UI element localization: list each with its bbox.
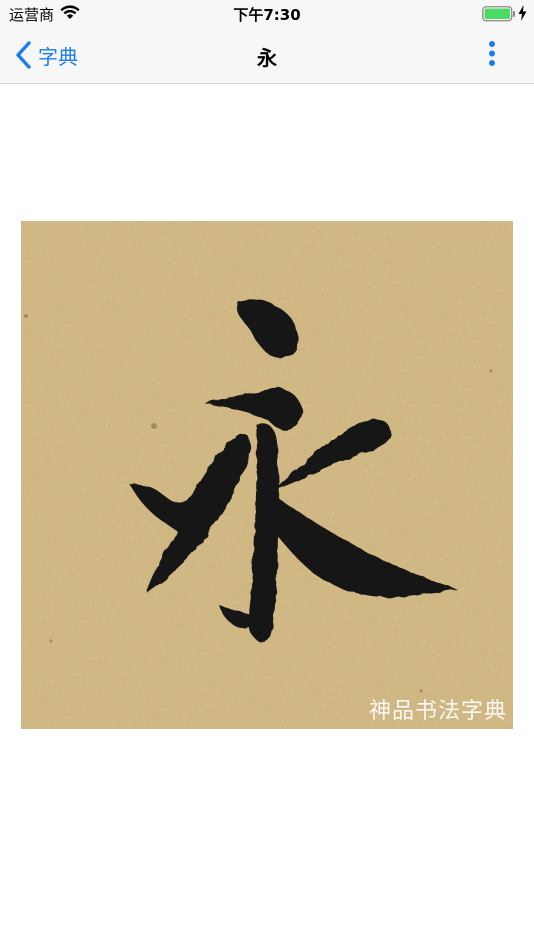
- more-options-button[interactable]: [480, 40, 504, 70]
- status-bar: 运营商 下午7:30: [0, 0, 534, 28]
- page-title: 永: [257, 46, 277, 70]
- more-vertical-icon: [480, 41, 504, 74]
- status-time: 下午7:30: [233, 6, 301, 24]
- image-watermark: 神品书法字典: [368, 699, 507, 724]
- navigation-bar: 字典 永: [0, 28, 534, 84]
- charging-icon: [518, 5, 527, 25]
- battery-icon: [482, 6, 516, 26]
- character-detail-screen: 运营商 下午7:30 字典 永 神品书法字典: [0, 0, 534, 950]
- calligraphy-artwork: [21, 221, 513, 729]
- calligraphy-image[interactable]: 神品书法字典: [21, 221, 513, 729]
